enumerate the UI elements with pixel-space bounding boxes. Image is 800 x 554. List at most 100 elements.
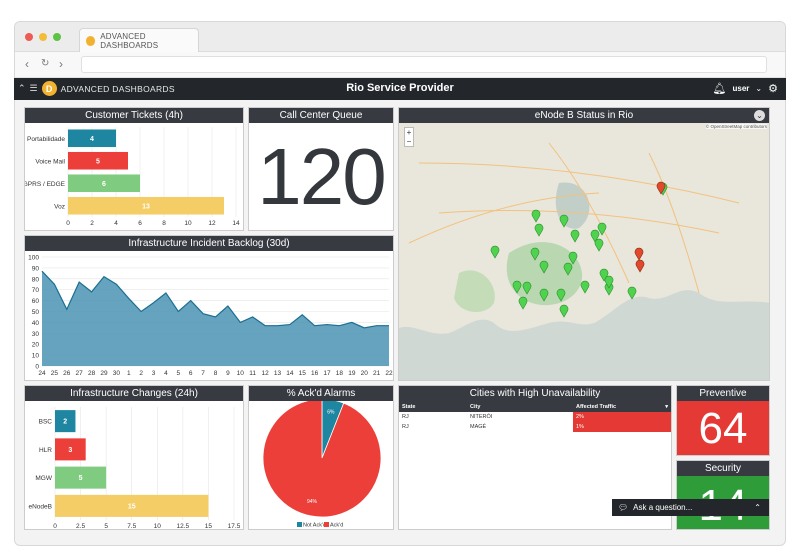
forward-arrow-icon[interactable]: › (59, 57, 63, 71)
pie-slice (262, 398, 382, 518)
zoom-out-button[interactable]: − (405, 137, 413, 146)
chevron-down-icon[interactable]: ⌄ (754, 110, 765, 121)
x-tick-label: 15 (205, 523, 213, 530)
legend-swatch (297, 522, 302, 527)
backlog-panel: Infrastructure Incident Backlog (30d) 01… (24, 235, 394, 381)
panel-title: Security (677, 461, 769, 476)
reload-icon[interactable]: ↻ (41, 57, 49, 71)
bell-icon[interactable]: 🔔︎ (713, 82, 727, 95)
zoom-in-button[interactable]: + (405, 128, 413, 137)
cell-city: NITERÓI (470, 414, 493, 420)
col-city[interactable]: City (467, 401, 573, 412)
y-tick-label: 70 (32, 287, 40, 294)
user-menu[interactable]: user (733, 84, 750, 93)
page-title: Rio Service Provider (346, 82, 454, 94)
ask-question-bar[interactable]: 💬︎ Ask a question... ⌃ (612, 499, 769, 516)
slice-label: 6% (327, 410, 335, 416)
map-attribution: © OpenStreetMap contributors (705, 124, 767, 129)
x-tick-label: 17 (323, 370, 331, 377)
x-tick-label: 1 (127, 370, 131, 377)
customer-tickets-panel: Customer Tickets (4h) 0 2 4 6 8 10 12 14 4 Portab… (24, 107, 244, 231)
y-tick-label: 100 (28, 255, 39, 262)
browser-tab[interactable]: ADVANCED DASHBOARDS (79, 28, 199, 52)
security-panel: Security 14 (676, 460, 770, 530)
y-tick-label: 10 (32, 353, 40, 360)
x-tick-label: 30 (113, 370, 121, 377)
table-row[interactable]: RJ NITERÓI 2% (399, 412, 671, 422)
preventive-value: 64 (677, 401, 769, 455)
map-view[interactable] (399, 123, 770, 381)
x-tick-label: 24 (38, 370, 46, 377)
category-label: Portabilidade (27, 136, 65, 143)
bar-value-label: 3 (68, 447, 72, 454)
x-tick-label: 12 (208, 220, 216, 227)
chat-icon: 💬︎ (618, 503, 629, 512)
gear-icon[interactable]: ⚙ (768, 82, 778, 95)
x-tick-label: 8 (162, 220, 166, 227)
bar-value-label: 2 (63, 419, 67, 426)
slice-label: 94% (307, 499, 318, 505)
panel-title: eNode B Status in Rio (399, 108, 769, 123)
category-label: BSC (39, 419, 53, 426)
col-state[interactable]: State (399, 401, 467, 412)
x-tick-label: 2 (139, 370, 143, 377)
x-tick-label: 21 (373, 370, 381, 377)
x-tick-label: 22 (385, 370, 393, 377)
alarms-pie-chart: 6% 94% Not Ack'd Ack'd (262, 398, 382, 529)
x-tick-label: 15 (299, 370, 307, 377)
x-tick-label: 12.5 (177, 523, 190, 530)
x-tick-label: 29 (100, 370, 108, 377)
panel-title: Call Center Queue (249, 108, 393, 123)
legend-swatch (324, 522, 329, 527)
backlog-chart: 010203040506070809010024 25 26 27 28 29 30 1 2 3 4… (28, 255, 393, 378)
x-tick-label: 2.5 (76, 523, 85, 530)
table-row[interactable]: RJ MAGÉ 1% (399, 422, 671, 432)
bar-value-label: 5 (96, 158, 100, 165)
col-affected-traffic[interactable]: Affected Traffic ▾ (573, 401, 671, 412)
call-center-panel: Call Center Queue 120 (248, 107, 394, 231)
y-tick-label: 80 (32, 276, 40, 283)
close-window-button[interactable] (25, 33, 33, 41)
y-tick-label: 30 (32, 331, 40, 338)
x-tick-label: 0 (53, 523, 57, 530)
chevrons-down-icon[interactable]: ⌄ (755, 84, 762, 93)
x-tick-label: 2 (90, 220, 94, 227)
bar-value-label: 15 (128, 503, 136, 510)
category-label: HLR (39, 447, 52, 454)
maximize-window-button[interactable] (53, 33, 61, 41)
x-tick-label: 10 (184, 220, 192, 227)
x-tick-label: 10 (154, 523, 162, 530)
x-tick-label: 14 (232, 220, 240, 227)
panel-title: Preventive (677, 386, 769, 401)
back-arrow-icon[interactable]: ‹ (25, 57, 29, 71)
preventive-panel: Preventive 64 (676, 385, 770, 456)
category-label: Voz (54, 203, 65, 210)
x-tick-label: 19 (348, 370, 356, 377)
map-panel: eNode B Status in Rio ⌄ + − © OpenStreet… (398, 107, 770, 381)
chevron-up-icon[interactable]: ⌃ (754, 503, 761, 512)
x-tick-label: 13 (274, 370, 282, 377)
browser-navbar: ‹ ↻ › (15, 52, 785, 78)
tab-title: ADVANCED DASHBOARDS (100, 31, 159, 50)
address-bar[interactable] (81, 56, 767, 73)
x-tick-label: 17.5 (228, 523, 241, 530)
cell-state: RJ (402, 424, 409, 430)
legend-label: Not Ack'd (303, 523, 326, 529)
bar-value-label: 4 (90, 136, 94, 143)
cell-traffic: 2% (573, 412, 671, 422)
x-tick-label: 6 (138, 220, 142, 227)
infra-changes-chart: 0 2.5 5 7.5 10 12.5 15 17.5 2 BSC 3 HLR 5 MGW 15 eNodeB (29, 407, 241, 530)
x-tick-label: 8 (214, 370, 218, 377)
category-label: MGW (35, 475, 52, 482)
x-tick-label: 5 (104, 523, 108, 530)
panel-title: Infrastructure Changes (24h) (25, 386, 243, 401)
customer-tickets-chart: 0 2 4 6 8 10 12 14 4 Portabilidade 5 Voice Mail 6 GPR… (25, 127, 240, 227)
bar-value-label: 6 (102, 181, 106, 188)
x-tick-label: 7.5 (127, 523, 136, 530)
y-tick-label: 60 (32, 298, 40, 305)
x-tick-label: 26 (63, 370, 71, 377)
minimize-window-button[interactable] (39, 33, 47, 41)
browser-titlebar: ADVANCED DASHBOARDS (15, 22, 785, 52)
category-label: Voice Mail (35, 158, 65, 165)
category-label: eNodeB (29, 503, 53, 510)
